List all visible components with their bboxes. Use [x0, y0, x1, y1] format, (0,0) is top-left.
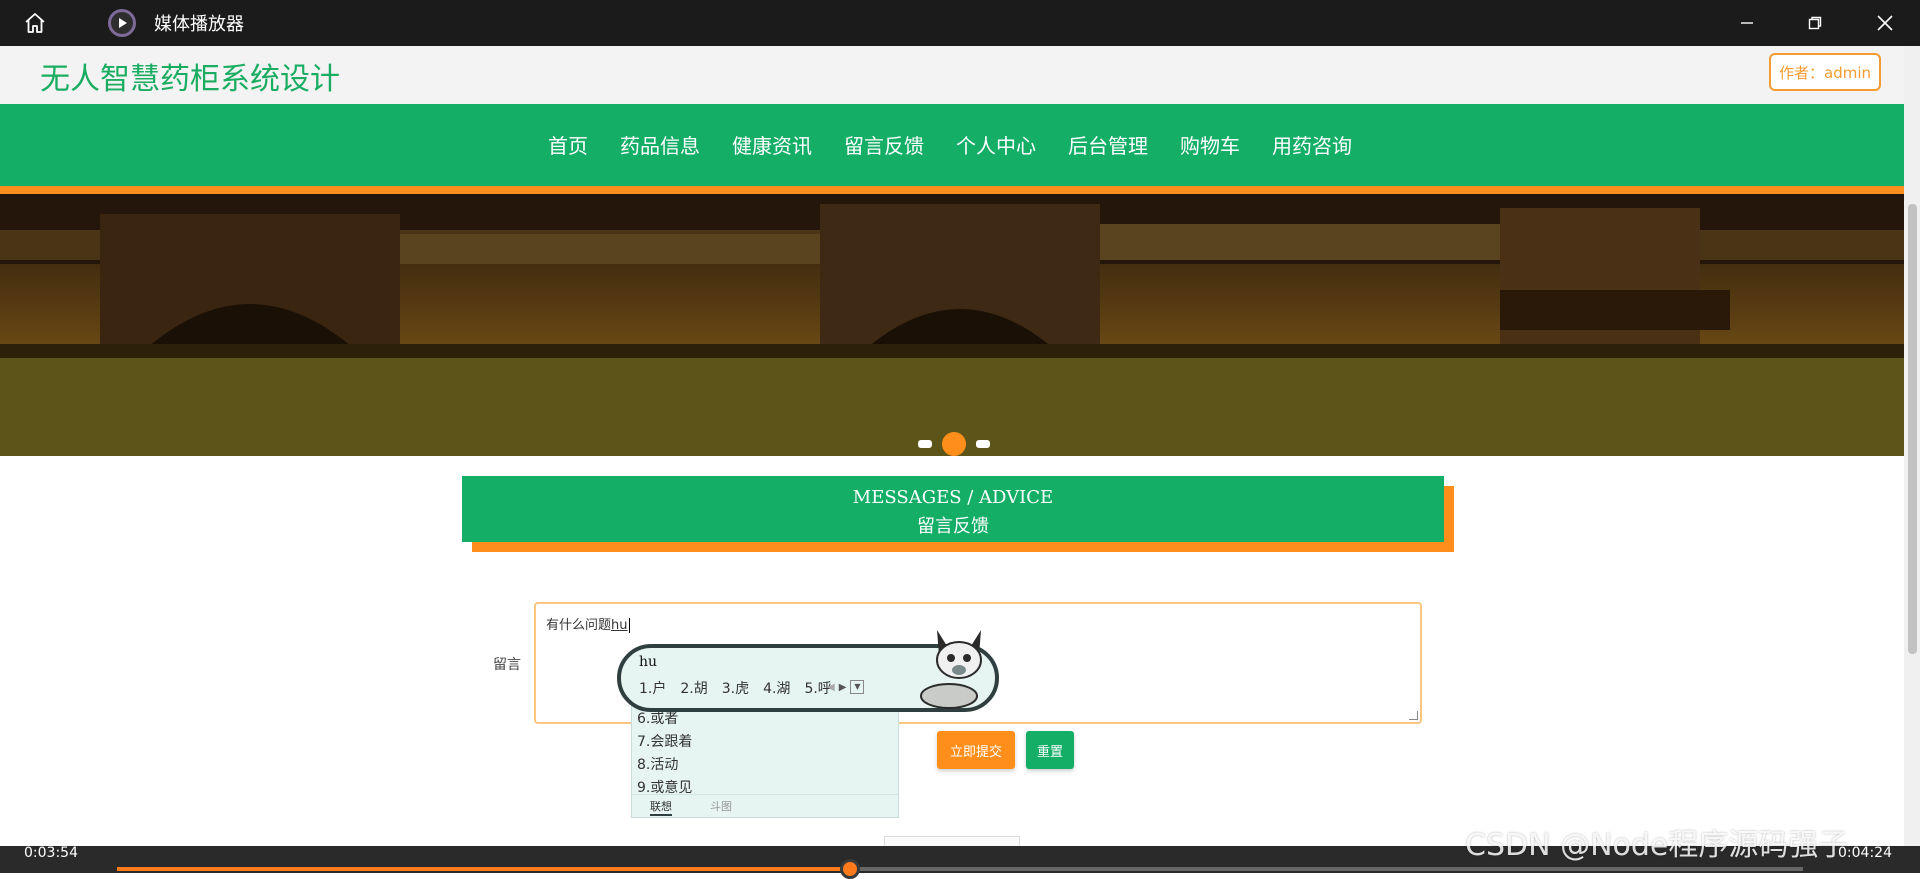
- pagination[interactable]: [884, 836, 1020, 846]
- ime-mascot-icon: [920, 630, 982, 709]
- section-title-en: MESSAGES / ADVICE: [852, 487, 1054, 508]
- banner-carousel: [0, 194, 1904, 456]
- seek-knob[interactable]: [840, 859, 861, 879]
- nav-item-admin[interactable]: 后台管理: [1068, 130, 1148, 159]
- minimize-button[interactable]: [1722, 0, 1772, 46]
- restore-button[interactable]: [1790, 0, 1840, 46]
- message-text: 有什么问题: [546, 618, 612, 633]
- nav-item-personal-center[interactable]: 个人中心: [956, 130, 1036, 159]
- scrollbar-thumb[interactable]: [1908, 204, 1917, 654]
- carousel-dot-1[interactable]: [918, 440, 932, 448]
- nav-item-health-news[interactable]: 健康资讯: [732, 130, 812, 159]
- ime-candidate[interactable]: 8.活动: [637, 754, 678, 774]
- message-composition: hu: [611, 618, 628, 633]
- reset-button[interactable]: 重置: [1026, 731, 1074, 769]
- site-header: 无人智慧药柜系统设计 作者：admin: [0, 46, 1904, 104]
- ime-expand-icon[interactable]: ▼: [850, 680, 865, 694]
- ime-candidate[interactable]: 2.胡: [680, 678, 707, 698]
- ime-candidate-list: 6.或者 7.会跟着 8.活动 9.或意见 联想 斗图: [631, 704, 899, 818]
- resize-handle[interactable]: [1409, 711, 1418, 720]
- section-title-cn: 留言反馈: [917, 516, 989, 537]
- media-player-icon: [108, 9, 136, 37]
- main-nav: 首页 药品信息 健康资讯 留言反馈 个人中心 后台管理 购物车 用药咨询: [0, 104, 1904, 194]
- ime-tab-sticker[interactable]: 斗图: [710, 798, 732, 814]
- ime-candidate-bar: hu 1.户 2.胡 3.虎 4.湖 5.呼 ◀ ▶ ▼: [617, 630, 999, 712]
- nav-item-home[interactable]: 首页: [548, 130, 588, 159]
- home-icon[interactable]: [22, 10, 48, 36]
- web-page: 无人智慧药柜系统设计 作者：admin 首页 药品信息 健康资讯 留言反馈 个人…: [0, 46, 1904, 846]
- seek-bar-fill: [117, 867, 851, 871]
- author-badge[interactable]: 作者：admin: [1769, 53, 1881, 91]
- ime-candidate[interactable]: 1.户: [639, 678, 666, 698]
- message-label: 留言: [493, 657, 521, 673]
- ime-candidate[interactable]: 4.湖: [763, 678, 790, 698]
- carousel-dot-3[interactable]: [976, 440, 990, 448]
- ime-candidate[interactable]: 7.会跟着: [637, 731, 692, 751]
- ime-pinyin: hu: [639, 654, 658, 670]
- window-titlebar: 媒体播放器: [0, 0, 1920, 46]
- watermark: CSDN @Node程序源码强子: [1465, 828, 1849, 863]
- ime-tabs: 联想 斗图: [632, 794, 898, 817]
- close-button[interactable]: [1860, 0, 1910, 46]
- section-title: MESSAGES / ADVICE 留言反馈: [462, 476, 1444, 542]
- page-scrollbar[interactable]: [1904, 46, 1920, 846]
- nav-item-cart[interactable]: 购物车: [1180, 130, 1240, 159]
- seek-bar[interactable]: [117, 859, 1803, 879]
- window-title: 媒体播放器: [154, 14, 244, 35]
- site-title: 无人智慧药柜系统设计: [40, 62, 340, 97]
- carousel-indicators: [918, 432, 990, 456]
- ime-tab-association[interactable]: 联想: [650, 798, 672, 816]
- nav-item-medicine-info[interactable]: 药品信息: [620, 130, 700, 159]
- elapsed-time: 0:03:54: [24, 845, 78, 861]
- ime-candidate[interactable]: 3.虎: [722, 678, 749, 698]
- banner-image: [0, 194, 1904, 456]
- text-cursor: [628, 618, 630, 633]
- carousel-dot-2[interactable]: [942, 432, 966, 456]
- ime-prev-icon[interactable]: ◀: [827, 682, 835, 693]
- nav-item-consult[interactable]: 用药咨询: [1272, 130, 1352, 159]
- submit-button[interactable]: 立即提交: [937, 731, 1015, 769]
- nav-item-feedback[interactable]: 留言反馈: [844, 130, 924, 159]
- ime-next-icon[interactable]: ▶: [839, 682, 847, 693]
